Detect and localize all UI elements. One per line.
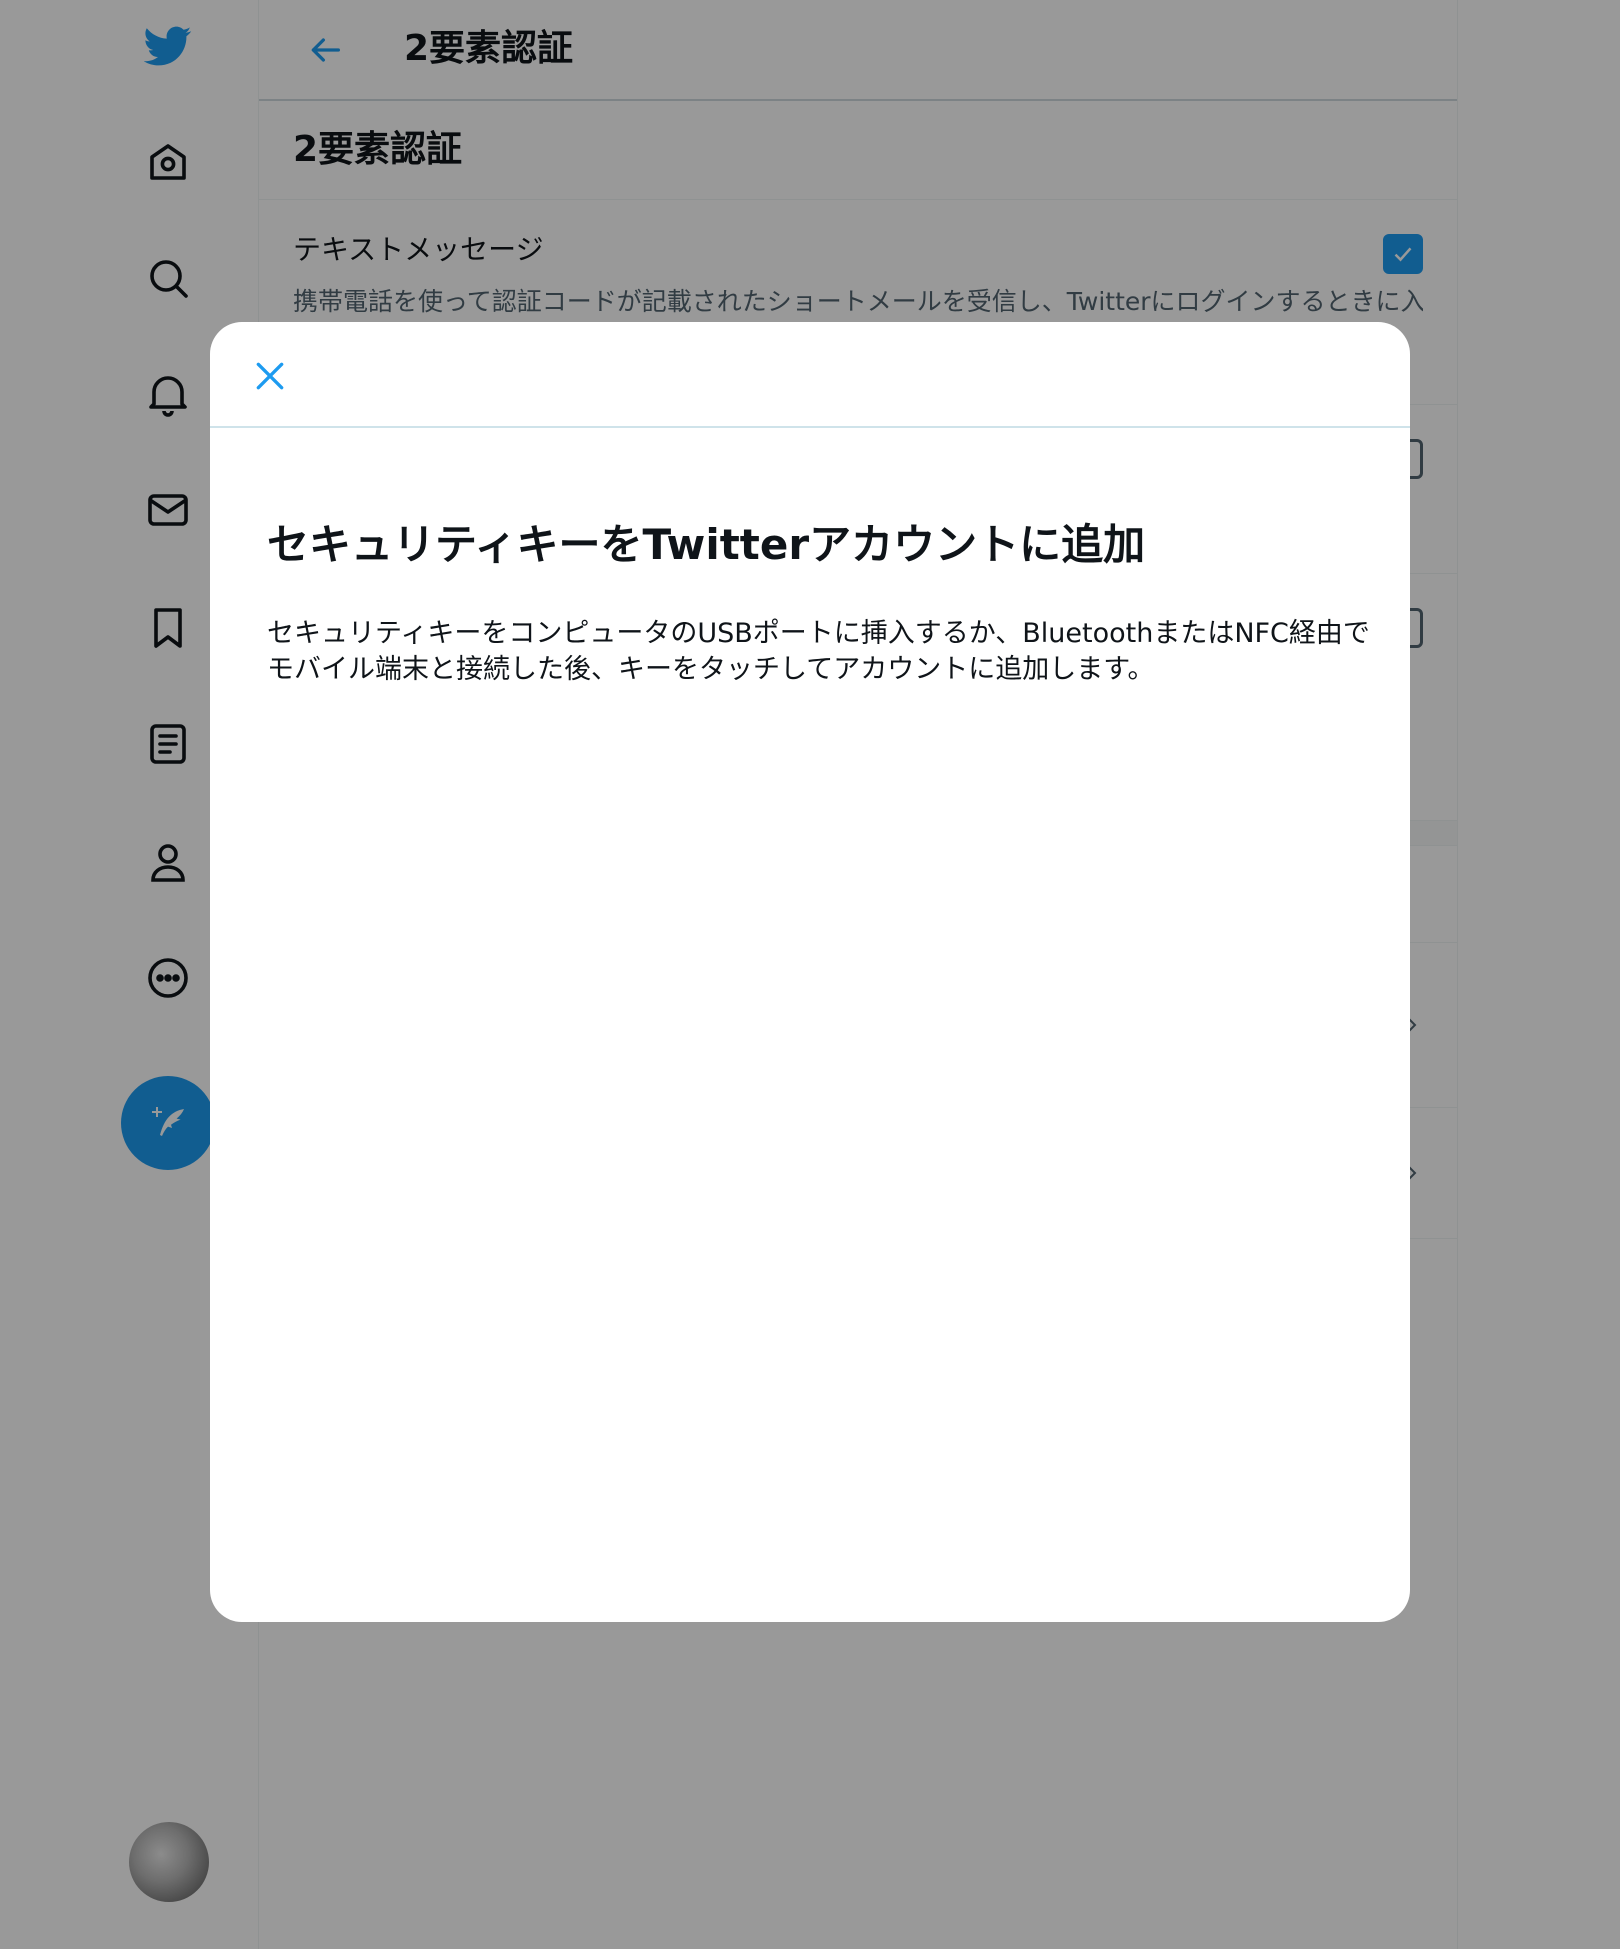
dialog-header <box>210 322 1410 428</box>
dialog-description: セキュリティキーをコンピュータのUSBポートに挿入するか、Bluetoothまた… <box>267 618 1370 685</box>
close-icon <box>256 362 284 390</box>
app-root: 2要素認証 2要素認証 テキストメッセージ 携帯電話を使って認証コードが記載され… <box>0 0 1620 1949</box>
dialog-body: セキュリティキーをTwitterアカウントに追加 セキュリティキーをコンピュータ… <box>210 428 1410 688</box>
dialog-title: セキュリティキーをTwitterアカウントに追加 <box>267 520 1146 569</box>
add-security-key-dialog: セキュリティキーをTwitterアカウントに追加 セキュリティキーをコンピュータ… <box>210 322 1410 1622</box>
close-button[interactable] <box>244 350 296 402</box>
